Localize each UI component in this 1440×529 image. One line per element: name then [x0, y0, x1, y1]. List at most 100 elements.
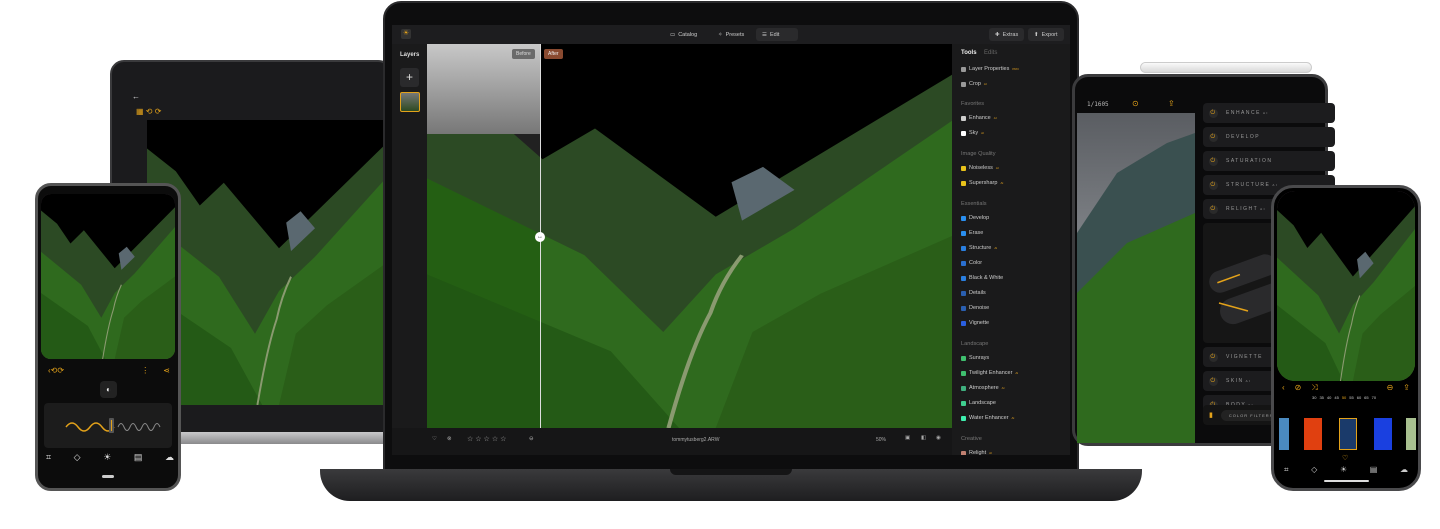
section-header: Image Quality: [961, 151, 996, 157]
tool-item[interactable]: Enhance AI: [961, 115, 997, 121]
tool-label: SATURATION: [1226, 158, 1273, 164]
label: Extras: [1002, 31, 1019, 38]
tool-item[interactable]: Layer Properties PRO: [961, 66, 1019, 72]
tool-item[interactable]: Water Enhancer AI: [961, 415, 1014, 421]
tool-item[interactable]: Color: [961, 260, 982, 266]
wave-slider[interactable]: [44, 403, 172, 448]
home-indicator[interactable]: [102, 475, 114, 478]
tool-row[interactable]: ⏻ SATURATION: [1203, 151, 1335, 171]
heart-icon[interactable]: ♡: [432, 436, 437, 442]
power-icon[interactable]: ⏻: [1209, 352, 1218, 362]
dial-tick: 35: [1319, 395, 1324, 400]
share-icon[interactable]: ⇪: [1403, 383, 1410, 393]
tool-item[interactable]: Details: [961, 290, 986, 296]
tool-item[interactable]: Erase: [961, 230, 983, 236]
crop-icon[interactable]: ⌗: [1284, 465, 1289, 475]
more-icon[interactable]: ⋮: [141, 366, 149, 375]
film-canister-selected[interactable]: [1339, 418, 1357, 450]
heart-icon[interactable]: ♡: [1342, 454, 1348, 462]
tool-icon: [961, 130, 966, 136]
power-icon[interactable]: ⏻: [1209, 156, 1218, 166]
star-rating[interactable]: ☆☆☆☆☆: [467, 435, 508, 443]
add-layer-button[interactable]: +: [400, 68, 419, 87]
dial-tick: 70: [1371, 395, 1377, 400]
grid-icon[interactable]: ▦ ⟲ ⟳: [136, 107, 161, 116]
section-header: Essentials: [961, 201, 987, 207]
tab-presets[interactable]: ✧ Presets: [712, 28, 750, 41]
power-icon[interactable]: ⏻: [1209, 108, 1218, 118]
tool-item[interactable]: Relight AI: [961, 450, 992, 455]
light-icon[interactable]: ☀: [1340, 465, 1347, 475]
crop-icon[interactable]: ⌗: [46, 452, 51, 463]
tool-item[interactable]: Develop: [961, 215, 989, 221]
display-icon[interactable]: ▣: [905, 435, 910, 441]
layer-thumbnail[interactable]: [400, 92, 420, 112]
light-icon[interactable]: ☀: [103, 452, 111, 463]
tab-edit[interactable]: ☰ Edit: [756, 28, 798, 41]
share-icon[interactable]: ⋖: [163, 366, 170, 375]
tab-catalog[interactable]: ▭ Catalog: [664, 28, 703, 41]
power-icon[interactable]: ⏻: [1209, 180, 1218, 190]
dial-tick: 40: [1326, 395, 1332, 400]
eye-icon[interactable]: ◉: [936, 435, 941, 441]
split-handle[interactable]: ↔: [535, 232, 545, 242]
tool-label: Sunrays: [969, 355, 990, 361]
layers-icon[interactable]: ▤: [134, 452, 143, 463]
power-icon[interactable]: ⏻: [1209, 132, 1218, 142]
layers-icon[interactable]: ▤: [1370, 465, 1378, 475]
back-arrow-icon[interactable]: ←: [132, 92, 140, 101]
tool-item[interactable]: Structure AI: [961, 245, 997, 251]
undo-icon[interactable]: ⟲: [51, 366, 58, 375]
weather-icon[interactable]: ☁: [1400, 465, 1408, 475]
weather-icon[interactable]: ☁: [165, 452, 174, 463]
tool-row[interactable]: ⏻ DEVELOP: [1203, 127, 1335, 147]
intensity-dial[interactable]: 30 35 40 45 50 55 60 65 70: [1312, 395, 1376, 400]
share-icon[interactable]: ⇪: [1168, 99, 1175, 108]
film-canister[interactable]: [1374, 418, 1392, 450]
shuffle-icon[interactable]: ⤨: [1311, 383, 1317, 393]
dial-tick: 55: [1349, 395, 1354, 400]
film-canister[interactable]: [1304, 418, 1322, 450]
power-icon[interactable]: ⏻: [1209, 376, 1218, 386]
power-icon[interactable]: ⏻: [1209, 204, 1218, 214]
tool-icon: [961, 355, 966, 361]
film-canister[interactable]: [1279, 418, 1289, 450]
zoom-level[interactable]: 50%: [876, 437, 886, 443]
tab-tools[interactable]: Tools: [961, 50, 977, 56]
tool-item[interactable]: Sunrays: [961, 355, 989, 361]
more-icon[interactable]: ⊙: [1132, 99, 1139, 108]
eraser-icon[interactable]: ◇: [74, 452, 81, 463]
plus-icon: ✚: [995, 31, 1000, 38]
tool-item[interactable]: Noiseless AI: [961, 165, 999, 171]
home-indicator[interactable]: [1324, 480, 1369, 482]
contrast-tool-icon[interactable]: ◐: [100, 381, 117, 398]
tool-item[interactable]: Twilight Enhancer AI: [961, 370, 1018, 376]
tool-item[interactable]: Vignette: [961, 320, 989, 326]
tool-label: Crop: [969, 81, 981, 87]
tool-item[interactable]: Denoise: [961, 305, 989, 311]
film-canister[interactable]: [1406, 418, 1416, 450]
export-button[interactable]: ⬆ Export: [1028, 28, 1064, 41]
tool-icon: [961, 81, 966, 87]
tool-item[interactable]: Black & White: [961, 275, 1003, 281]
tool-item[interactable]: Supersharp AI: [961, 180, 1003, 186]
redo-icon[interactable]: ⟳: [57, 366, 64, 375]
extras-button[interactable]: ✚ Extras: [989, 28, 1025, 41]
tool-item[interactable]: Sky AI: [961, 130, 984, 136]
tool-badge: AI: [989, 451, 992, 455]
back-icon[interactable]: ‹: [1282, 383, 1285, 393]
app-logo-icon[interactable]: ☀: [401, 29, 411, 39]
minus-icon[interactable]: ⊖: [1387, 383, 1394, 393]
reset-icon[interactable]: ⊘: [1295, 383, 1302, 393]
eraser-icon[interactable]: ◇: [1311, 465, 1317, 475]
compare-icon[interactable]: ◧: [921, 435, 926, 441]
tab-edits[interactable]: Edits: [984, 50, 997, 56]
tool-icon: [961, 370, 966, 376]
minus-circle-icon[interactable]: ⊖: [529, 436, 534, 442]
tool-row[interactable]: ⏻ ENHANCE AI: [1203, 103, 1335, 123]
tool-item[interactable]: Landscape: [961, 400, 996, 406]
tool-item[interactable]: Atmosphere AI: [961, 385, 1005, 391]
reject-icon[interactable]: ⊗: [447, 436, 452, 442]
editor-window: ☀ ▭ Catalog ✧ Presets ☰ Edit ✚ Extras ⬆ Expor…: [392, 25, 1070, 455]
tool-item[interactable]: Crop AI: [961, 81, 987, 87]
